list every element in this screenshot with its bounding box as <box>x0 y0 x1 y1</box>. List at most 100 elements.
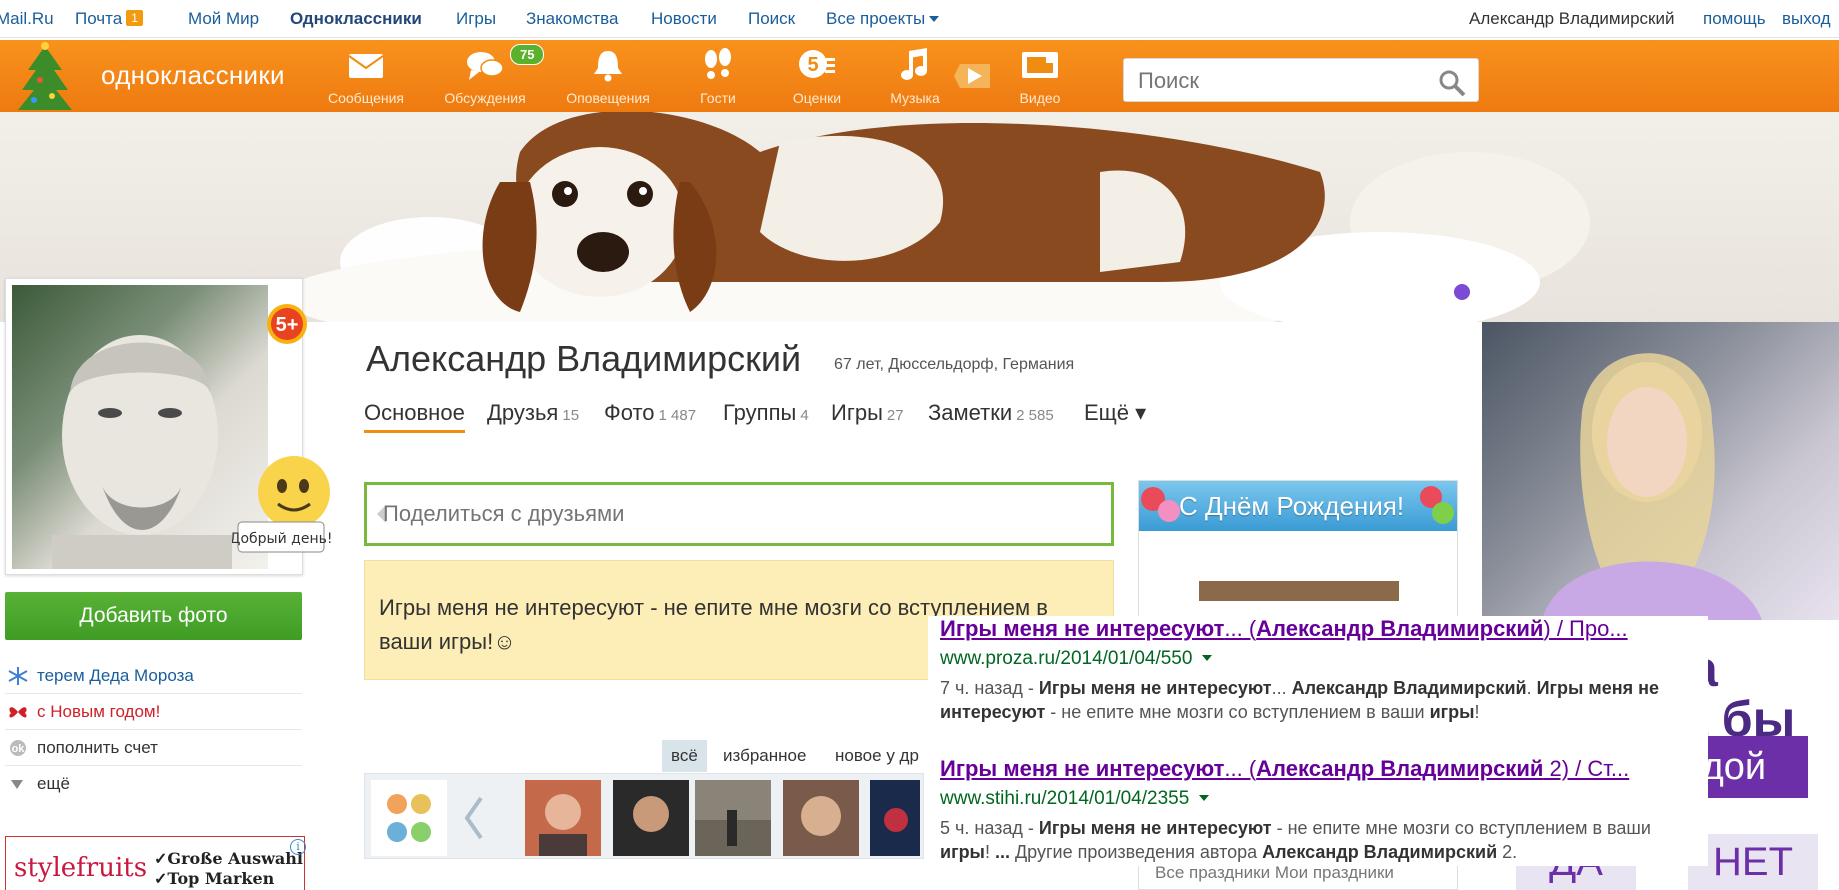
brand-logo[interactable]: одноклассники <box>101 60 285 91</box>
left-link-label: ещё <box>37 774 70 793</box>
nav-music[interactable]: Музыка <box>880 40 950 112</box>
nav-label: Видео <box>1019 90 1061 106</box>
sidebar-ad[interactable]: stylefruits ✓Große Auswahl ✓Top Marken i <box>5 836 306 890</box>
dropdown-arrow-icon[interactable] <box>1202 655 1213 661</box>
tab-groups[interactable]: Группы 4 <box>723 400 809 426</box>
left-link-newyear[interactable]: с Новым годом! <box>5 694 302 730</box>
discussions-badge: 75 <box>510 44 545 65</box>
logout-link[interactable]: выход <box>1782 9 1831 29</box>
nav-label: Оповещения <box>566 90 650 106</box>
chat-bubbles-icon <box>467 52 504 80</box>
nav-guests[interactable]: Гости <box>686 40 750 112</box>
tab-label: Фото <box>604 400 655 425</box>
nav-video[interactable]: Видео <box>1004 40 1076 112</box>
mailru-link[interactable]: Mail.Ru <box>0 9 54 29</box>
ok-link[interactable]: Одноклассники <box>290 9 422 29</box>
result-url[interactable]: www.stihi.ru/2014/01/04/2355 <box>940 788 1210 810</box>
result-title-text: 2) / Ст... <box>1543 756 1630 781</box>
mail-label: Почта <box>75 9 123 28</box>
left-link-santa[interactable]: терем Деда Мороза <box>5 658 302 694</box>
all-projects-link[interactable]: Все проекты <box>826 9 940 29</box>
christmas-tree-icon <box>18 42 72 110</box>
avatar[interactable] <box>12 285 268 569</box>
share-box[interactable] <box>364 482 1114 546</box>
tab-count: 1 487 <box>658 407 697 424</box>
left-link-label: с Новым годом! <box>37 702 161 721</box>
news-link[interactable]: Новости <box>651 9 717 29</box>
chevron-left-icon[interactable] <box>461 794 485 842</box>
dating-link[interactable]: Знакомства <box>526 9 618 29</box>
main-header: одноклассники Сообщения 75 Обсуждения Оп… <box>0 40 1839 112</box>
friends-strip <box>364 773 924 859</box>
user-name-link[interactable]: Александр Владимирский <box>1469 9 1674 29</box>
filter-new[interactable]: новое у др <box>835 746 919 766</box>
profile-info: 67 лет, Дюссельдорф, Германия <box>834 356 1075 373</box>
help-link[interactable]: помощь <box>1703 9 1766 29</box>
rating-five-icon: 5 <box>799 50 835 78</box>
left-link-label: терем Деда Мороза <box>37 666 194 685</box>
share-input[interactable] <box>383 501 1083 527</box>
result-title-link[interactable]: Игры меня не интересуют... (Александр Вл… <box>940 756 1704 782</box>
group-people-icon[interactable] <box>371 780 447 856</box>
svg-text:5: 5 <box>807 54 818 76</box>
nav-discussions[interactable]: 75 Обсуждения <box>438 40 545 112</box>
moimir-link[interactable]: Мой Мир <box>188 9 259 29</box>
left-link-more[interactable]: ещё <box>5 766 302 802</box>
triangle-down-icon <box>11 780 23 789</box>
filter-all[interactable]: всё <box>662 740 707 772</box>
result-title-link[interactable]: Игры меня не интересуют... (Александр Вл… <box>940 616 1704 642</box>
nav-ratings[interactable]: 5 Оценки <box>782 40 852 112</box>
friend-avatar[interactable] <box>695 780 771 856</box>
tab-notes[interactable]: Заметки 2 585 <box>928 400 1054 426</box>
filter-favorites[interactable]: избранное <box>723 746 806 766</box>
tab-main[interactable]: Основное <box>364 400 465 433</box>
result-url[interactable]: www.proza.ru/2014/01/04/550 <box>940 648 1213 670</box>
tab-more[interactable]: Ещё ▾ <box>1084 400 1146 426</box>
ad-info-icon[interactable]: i <box>290 839 306 855</box>
left-link-label: пополнить счет <box>37 738 158 757</box>
chevron-down-icon <box>929 16 940 22</box>
tab-games[interactable]: Игры 27 <box>831 400 904 426</box>
search-box[interactable] <box>1123 58 1479 102</box>
all-projects-label: Все проекты <box>826 9 926 28</box>
result-url-text: www.proza.ru/2014/01/04/550 <box>940 648 1193 669</box>
music-note-icon <box>901 48 927 80</box>
envelope-icon <box>348 54 384 78</box>
nav-label: Обсуждения <box>444 90 526 106</box>
result-snippet: 5 ч. назад - Игры меня не интересуют - н… <box>940 818 1651 862</box>
friend-avatar[interactable] <box>783 780 859 856</box>
birthday-banner[interactable]: С Днём Рождения! <box>1139 481 1457 531</box>
ad-woman-image <box>1542 353 1762 620</box>
tab-label: Ещё ▾ <box>1084 400 1147 425</box>
games-link[interactable]: Игры <box>456 9 496 29</box>
ad-brand: stylefruits <box>14 853 148 883</box>
birthday-title: С Днём Рождения! <box>1179 491 1405 521</box>
play-button-icon[interactable] <box>954 58 990 94</box>
nav-notifications[interactable]: Оповещения <box>560 40 656 112</box>
search-icon[interactable] <box>1438 69 1466 97</box>
svg-text:ok: ok <box>12 743 26 755</box>
friend-avatar[interactable] <box>525 780 601 856</box>
ad-photo[interactable] <box>1482 322 1839 620</box>
tab-label: Группы <box>723 400 797 425</box>
coin-icon: ok <box>10 740 26 756</box>
result-snippet: 7 ч. назад - Игры меня не интересуют... … <box>940 678 1659 722</box>
result-title-text: ) / Про... <box>1543 616 1628 641</box>
mail-link[interactable]: Почта 1 <box>75 9 143 29</box>
gift-bow-icon <box>9 707 27 718</box>
tab-photos[interactable]: Фото 1 487 <box>604 400 696 426</box>
holiday-links[interactable]: Все праздники Мои праздники <box>1155 863 1394 883</box>
result-url-text: www.stihi.ru/2014/01/04/2355 <box>940 788 1190 809</box>
profile-photo <box>52 335 232 569</box>
nav-messages[interactable]: Сообщения <box>326 40 406 112</box>
friend-avatar[interactable] <box>613 780 689 856</box>
add-photo-button[interactable]: Добавить фото <box>5 592 302 640</box>
friend-avatar[interactable] <box>870 780 920 856</box>
result-title-match: Игры меня не интересуют <box>940 756 1225 781</box>
birthday-image <box>1199 581 1399 601</box>
search-link[interactable]: Поиск <box>748 9 795 29</box>
tab-friends[interactable]: Друзья 15 <box>487 400 579 426</box>
dropdown-arrow-icon[interactable] <box>1199 795 1210 801</box>
search-input[interactable] <box>1138 68 1438 94</box>
left-link-topup[interactable]: ok пополнить счет <box>5 730 302 766</box>
